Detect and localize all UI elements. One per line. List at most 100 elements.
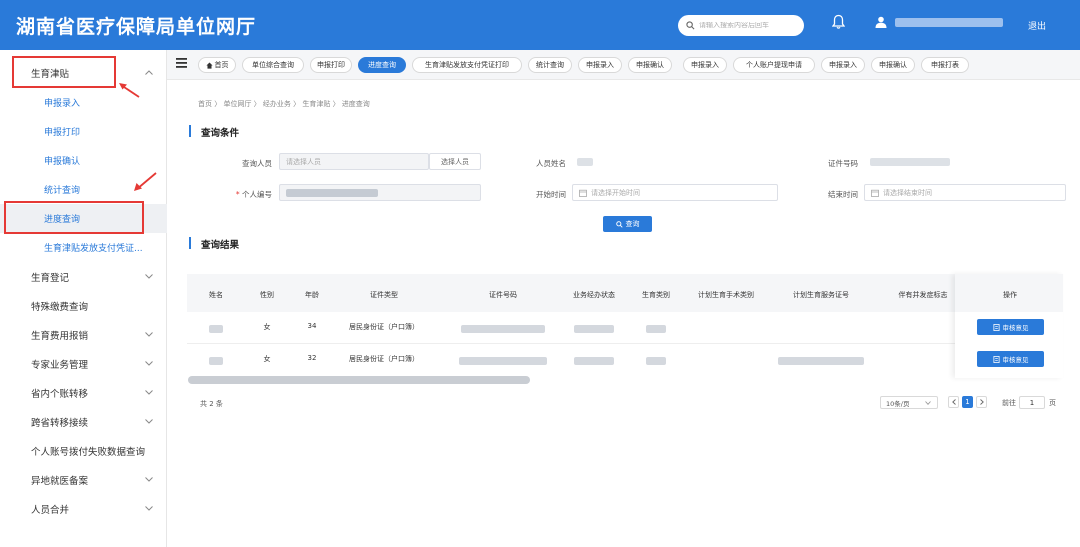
review-opinion-button[interactable]: 审核意见: [977, 319, 1044, 335]
logout-link[interactable]: 退出: [1028, 19, 1046, 32]
review-opinion-label: 审核意见: [1002, 356, 1029, 364]
sidebar-item[interactable]: 生育登记: [0, 262, 167, 291]
column-header: 操作: [1003, 291, 1017, 299]
sidebar-item[interactable]: 申报确认: [0, 146, 167, 175]
user-icon: [875, 16, 887, 28]
row-gender: 女: [263, 323, 271, 331]
pid-input[interactable]: [279, 184, 481, 201]
person-input[interactable]: 请选择人员: [279, 153, 429, 170]
tab-label: 申报打印: [317, 61, 345, 69]
search-icon: [686, 21, 695, 30]
menu-toggle-icon[interactable]: [176, 58, 187, 68]
tab-item[interactable]: 单位综合查询: [242, 57, 304, 73]
page-number-current[interactable]: 1: [962, 396, 973, 408]
tab-item[interactable]: 申报录入: [821, 57, 865, 73]
sidebar-item[interactable]: 生育费用报销: [0, 320, 167, 349]
home-icon: [205, 61, 213, 69]
tab-item[interactable]: 首页: [198, 57, 236, 73]
sidebar-item-label: 特殊缴费查询: [31, 301, 89, 313]
tab-item[interactable]: 生育津贴发放支付凭证打印: [412, 57, 522, 73]
horizontal-scrollbar[interactable]: [188, 376, 530, 384]
sidebar-item-label: 统计查询: [44, 186, 81, 196]
chevron-right-icon: [979, 399, 984, 405]
tab-item[interactable]: 申报确认: [628, 57, 672, 73]
start-label: 开始时间: [536, 190, 566, 199]
tab-item[interactable]: 申报录入: [683, 57, 727, 73]
pid-label-text: 个人编号: [242, 190, 272, 199]
query-button[interactable]: 查询: [603, 216, 652, 232]
page-size-select[interactable]: 10条/页: [880, 396, 938, 409]
tab-item[interactable]: 个人账户提现申请: [733, 57, 815, 73]
sidebar-item[interactable]: 专家业务管理: [0, 349, 167, 378]
tab-item[interactable]: 进度查询: [358, 57, 406, 73]
search-icon: [615, 220, 623, 228]
bell-icon[interactable]: [832, 14, 845, 29]
goto-label: 前往: [1002, 399, 1016, 407]
column-header: 证件号码: [489, 291, 517, 299]
sidebar-item[interactable]: 异地就医备案: [0, 465, 167, 494]
document-icon: [992, 323, 1000, 331]
page-suffix: 页: [1049, 399, 1056, 407]
name-label: 人员姓名: [536, 159, 566, 168]
sidebar-item[interactable]: 申报打印: [0, 117, 167, 146]
start-date-input[interactable]: 请选择开始时间: [572, 184, 778, 201]
tab-item[interactable]: 统计查询: [528, 57, 572, 73]
end-date-input[interactable]: 请选择结束时间: [864, 184, 1066, 201]
chevron-down-icon: [145, 477, 153, 482]
app-header: 湖南省医疗保障局单位网厅 退出: [0, 0, 1080, 50]
tab-label: 生育津贴发放支付凭证打印: [425, 61, 509, 69]
sidebar-item[interactable]: 申报录入: [0, 88, 167, 117]
page-size-value: 10条/页: [886, 399, 910, 408]
row-id-type: 居民身份证（户口簿）: [349, 323, 419, 331]
tab-label: 统计查询: [536, 61, 564, 69]
chevron-down-icon: [145, 361, 153, 366]
prev-page-button[interactable]: [948, 396, 959, 408]
end-placeholder: 请选择结束时间: [883, 188, 932, 197]
column-header: 计划生育服务证号: [793, 291, 849, 299]
row-name: [209, 325, 223, 333]
goto-page-input[interactable]: 1: [1019, 396, 1045, 409]
user-menu[interactable]: [875, 16, 1003, 28]
sidebar-item-label: 生育费用报销: [31, 330, 89, 342]
sidebar-item-label: 生育登记: [31, 272, 70, 284]
annotation-arrow: [119, 83, 140, 98]
row-id-number: [461, 325, 545, 333]
header-search-input[interactable]: [699, 22, 799, 29]
row-service-cert: [778, 357, 864, 365]
column-header: 伴有并发症标志: [898, 291, 948, 299]
review-opinion-label: 审核意见: [1002, 324, 1029, 332]
next-page-button[interactable]: [976, 396, 987, 408]
app-title: 湖南省医疗保障局单位网厅: [16, 15, 257, 38]
end-label: 结束时间: [828, 190, 858, 199]
chevron-down-icon: [925, 400, 932, 405]
sidebar-item[interactable]: 省内个账转移: [0, 378, 167, 407]
person-placeholder: 请选择人员: [286, 157, 321, 166]
review-opinion-button[interactable]: 审核意见: [977, 351, 1044, 367]
sidebar-item[interactable]: 跨省转移接续: [0, 407, 167, 436]
column-header: 生育类别: [642, 291, 670, 299]
row-age: 32: [307, 354, 317, 362]
tab-label: 申报录入: [691, 61, 719, 69]
sidebar-item[interactable]: 生育津贴发放支付凭证...: [0, 233, 167, 262]
tab-label: 首页: [214, 61, 229, 69]
tab-item[interactable]: 申报打印: [310, 57, 352, 73]
chevron-down-icon: [145, 332, 153, 337]
sidebar-item-label: 个人账号拨付失败数据查询: [31, 446, 146, 458]
row-category: [646, 357, 666, 365]
row-status: [574, 325, 614, 333]
tab-item[interactable]: 申报确认: [871, 57, 915, 73]
sidebar-item[interactable]: 人员合并: [0, 494, 167, 523]
column-header: 证件类型: [370, 291, 398, 299]
user-name: [895, 17, 1003, 27]
row-category: [646, 325, 666, 333]
tab-item[interactable]: 申报打表: [921, 57, 969, 73]
tab-label: 申报打表: [931, 61, 959, 69]
sidebar-item-label: 申报打印: [44, 128, 81, 138]
tab-item[interactable]: 申报录入: [578, 57, 622, 73]
select-person-button[interactable]: 选择人员: [429, 153, 481, 170]
sidebar-item[interactable]: 特殊缴费查询: [0, 291, 167, 320]
sidebar-item[interactable]: 个人账号拨付失败数据查询: [0, 436, 167, 465]
sidebar-item-label: 生育津贴发放支付凭证...: [44, 244, 143, 254]
header-search[interactable]: [678, 15, 804, 36]
row-status: [574, 357, 614, 365]
